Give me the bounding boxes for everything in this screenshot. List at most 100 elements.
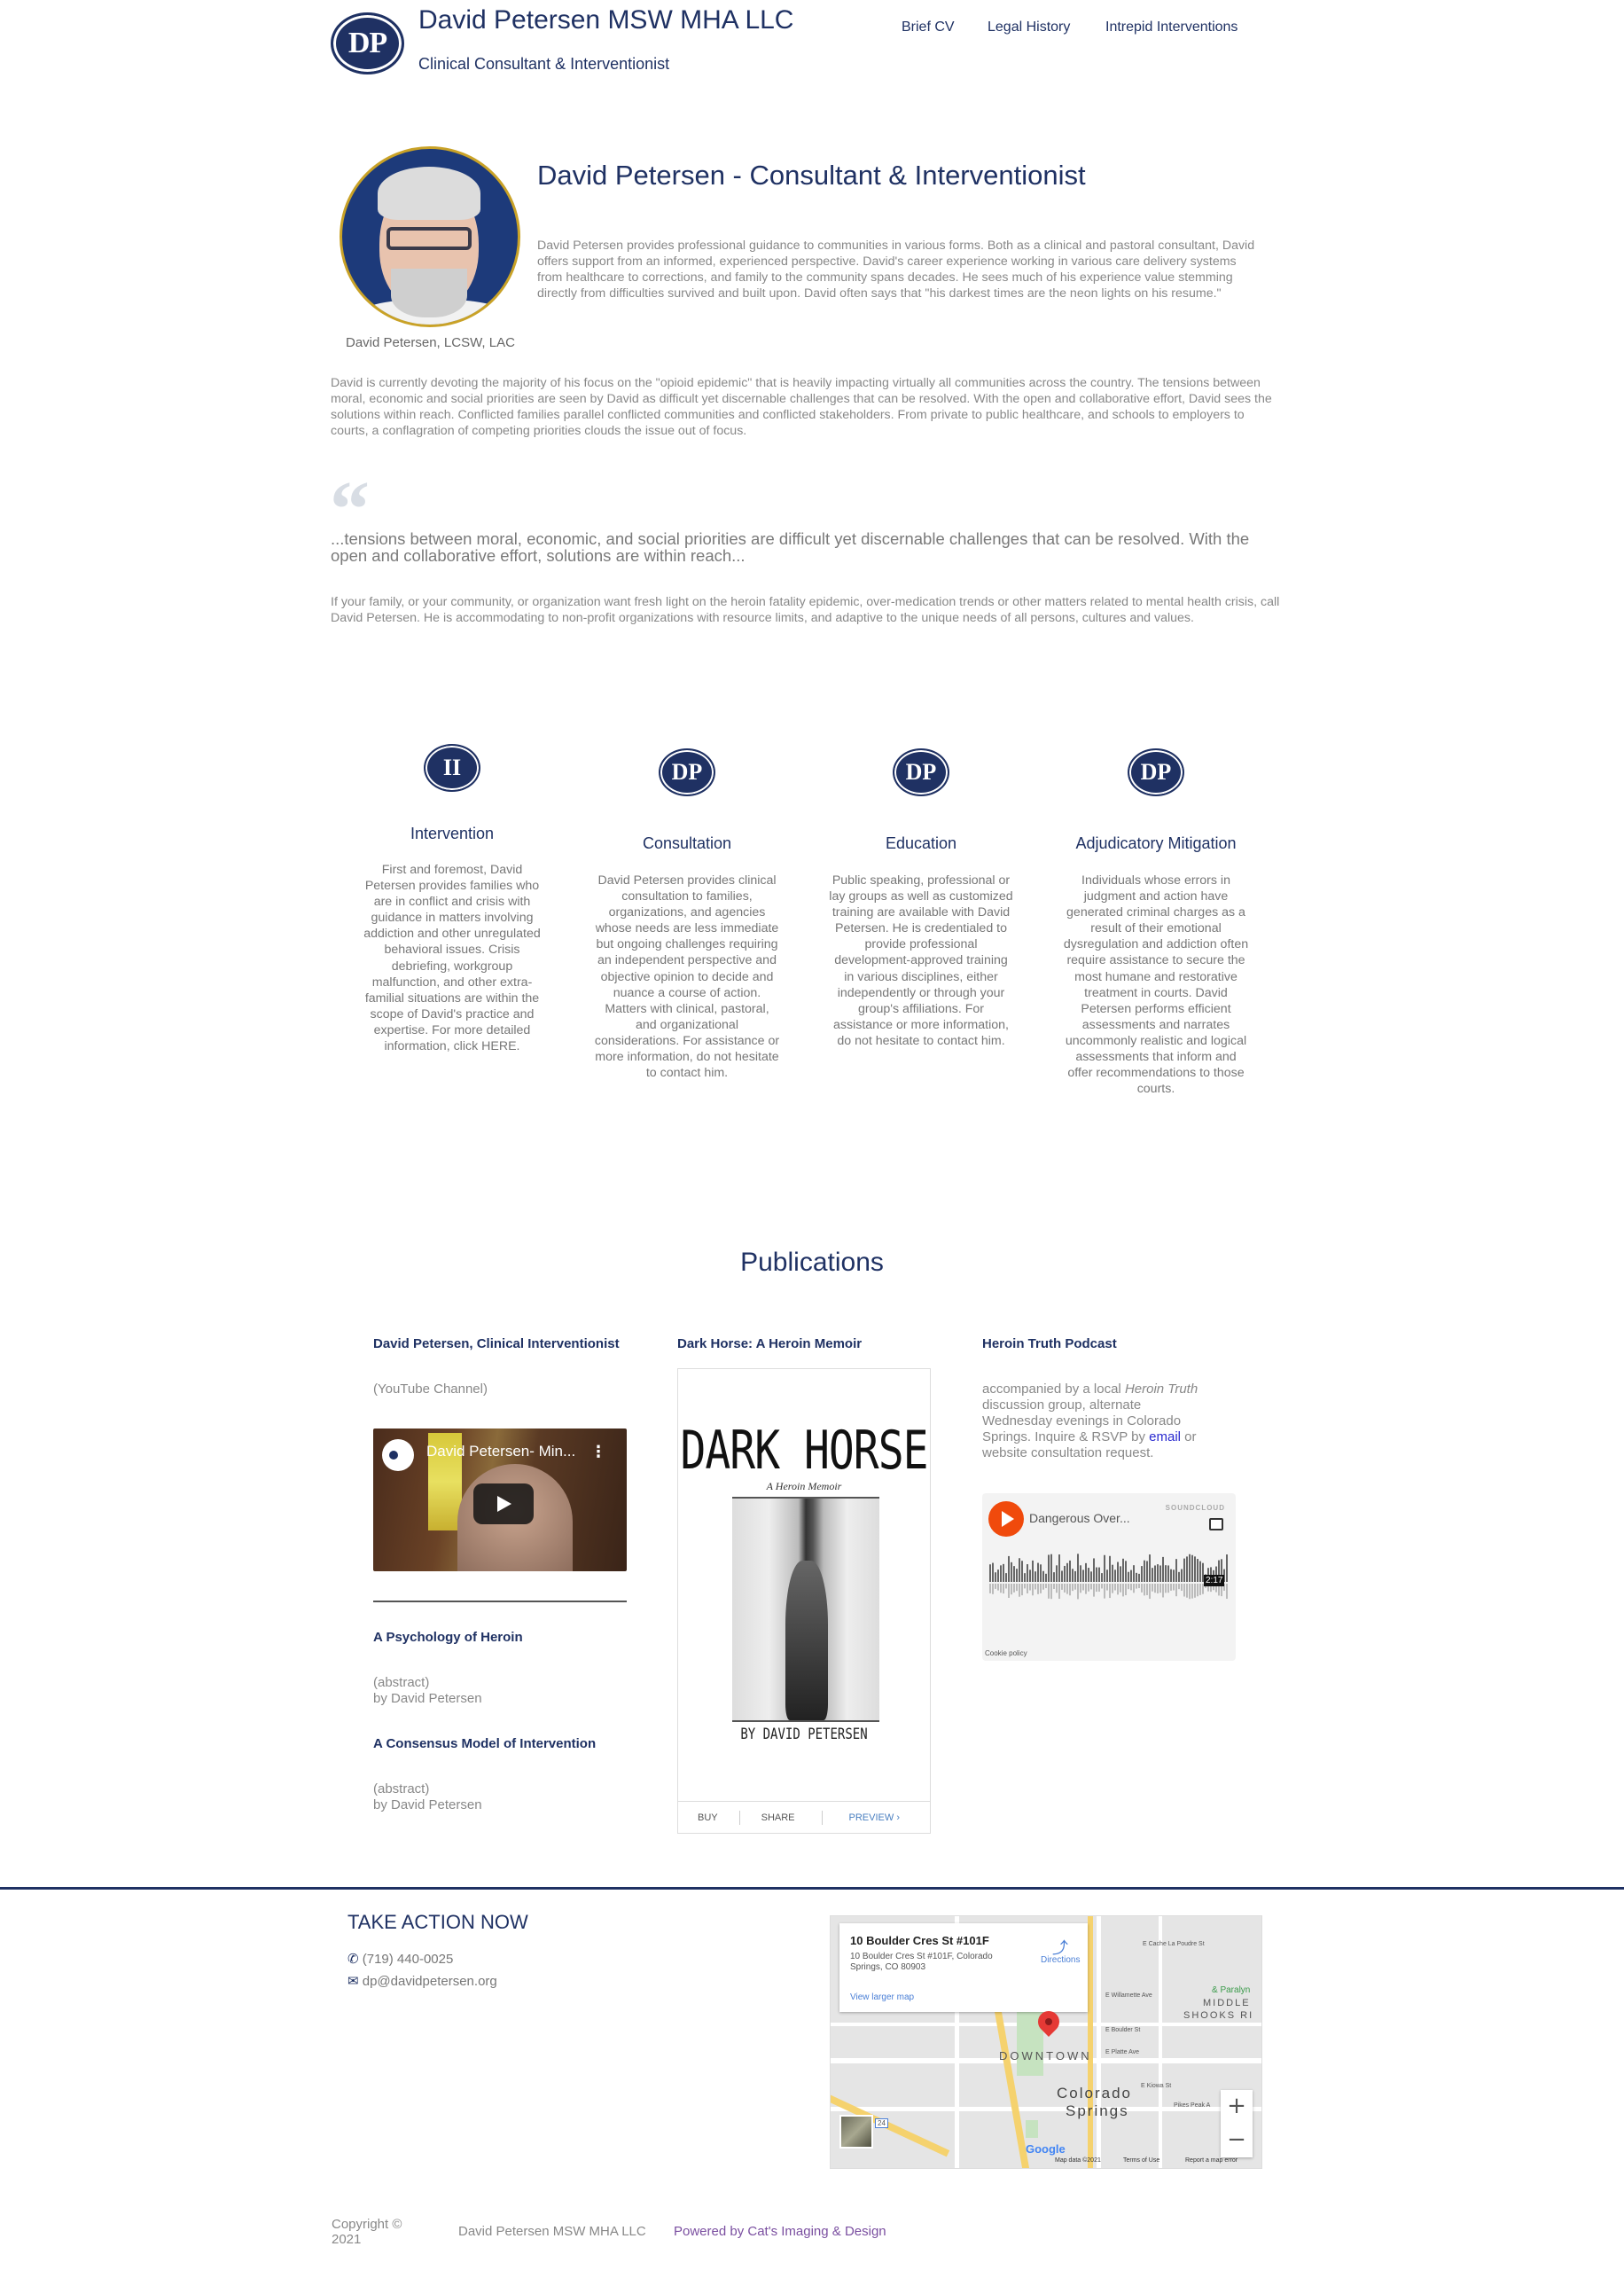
waveform-reflection bbox=[1133, 1584, 1135, 1593]
view-larger-map-link[interactable]: View larger map bbox=[850, 1992, 914, 2002]
nav-legal-history[interactable]: Legal History bbox=[988, 20, 1070, 35]
play-button-icon[interactable] bbox=[473, 1483, 534, 1524]
share-button[interactable]: SHARE bbox=[761, 1812, 795, 1823]
paper-title[interactable]: A Psychology of Heroin bbox=[373, 1630, 523, 1645]
waveform-reflection bbox=[1088, 1584, 1089, 1592]
map-report-link[interactable]: Report a map error bbox=[1185, 2157, 1238, 2164]
book-cover-author: BY DAVID PETERSEN bbox=[740, 1726, 868, 1743]
video-title[interactable]: David Petersen- Min... bbox=[426, 1443, 575, 1460]
phone-contact[interactable]: ✆ (719) 440-0025 bbox=[347, 1951, 453, 1967]
waveform-bar bbox=[1197, 1559, 1198, 1582]
hero-title: David Petersen - Consultant & Interventi… bbox=[537, 160, 1086, 191]
waveform-bar bbox=[1189, 1554, 1191, 1582]
waveform-reflection bbox=[1074, 1584, 1076, 1590]
waveform-bar bbox=[1069, 1560, 1071, 1582]
waveform-reflection bbox=[1226, 1584, 1228, 1600]
waveform-bar bbox=[1128, 1571, 1129, 1582]
youtube-video-embed[interactable]: David Petersen- Min... ⋮ bbox=[373, 1429, 627, 1571]
waveform-bar bbox=[1003, 1563, 1004, 1582]
waveform-reflection bbox=[1117, 1584, 1119, 1595]
waveform-bar bbox=[1125, 1561, 1127, 1582]
google-map[interactable]: 10 Boulder Cres St #101F 10 Boulder Cres… bbox=[830, 1915, 1262, 2169]
book-actions: BUY SHARE PREVIEW › bbox=[678, 1801, 930, 1833]
waveform-reflection bbox=[1021, 1584, 1023, 1596]
waveform-bar bbox=[1042, 1570, 1044, 1582]
directions-link[interactable]: Directions bbox=[1041, 1955, 1080, 1965]
waveform-reflection bbox=[1130, 1584, 1132, 1591]
map-label: DOWNTOWN bbox=[999, 2049, 1092, 2063]
share-icon[interactable] bbox=[1209, 1518, 1223, 1530]
service-text: David Petersen provides clinical consult… bbox=[594, 873, 780, 1081]
waveform-reflection bbox=[1183, 1584, 1185, 1597]
waveform-reflection bbox=[1024, 1584, 1026, 1589]
service-intervention: II bbox=[424, 744, 480, 792]
waveform-reflection bbox=[1037, 1584, 1039, 1594]
email-link[interactable]: email bbox=[1149, 1429, 1181, 1444]
youtube-channel-title[interactable]: David Petersen, Clinical Interventionist bbox=[373, 1336, 620, 1351]
preview-button[interactable]: PREVIEW › bbox=[849, 1812, 900, 1823]
waveform-bar bbox=[1019, 1558, 1020, 1582]
service-text[interactable]: First and foremost, David Petersen provi… bbox=[359, 862, 545, 1054]
map-label: E Cache La Poudre St bbox=[1143, 1941, 1205, 1947]
waveform-bar bbox=[989, 1564, 991, 1582]
waveform-bar bbox=[1058, 1554, 1060, 1582]
map-place-name: 10 Boulder Cres St #101F bbox=[850, 1934, 989, 1947]
waveform-reflection bbox=[1154, 1584, 1156, 1593]
waveform-bar bbox=[1157, 1564, 1159, 1582]
track-title[interactable]: Dangerous Over... bbox=[1029, 1511, 1130, 1525]
publications-heading: Publications bbox=[740, 1248, 884, 1277]
waveform-bar bbox=[1048, 1554, 1050, 1582]
waveform-bar bbox=[1005, 1573, 1007, 1582]
waveform-bar bbox=[1175, 1559, 1177, 1582]
nav-intrepid-interventions[interactable]: Intrepid Interventions bbox=[1105, 20, 1238, 35]
more-options-icon[interactable]: ⋮ bbox=[590, 1443, 606, 1461]
book-cover-image[interactable] bbox=[732, 1497, 879, 1722]
waveform-bar bbox=[1096, 1567, 1097, 1582]
waveform-reflection bbox=[1136, 1584, 1137, 1589]
waveform-bar bbox=[1064, 1565, 1066, 1582]
waveform-reflection bbox=[1096, 1584, 1097, 1593]
waveform-reflection bbox=[1093, 1584, 1095, 1597]
soundcloud-logo[interactable]: SOUNDCLOUD bbox=[1166, 1504, 1225, 1512]
map-label: Springs bbox=[1066, 2102, 1129, 2119]
zoom-in-button[interactable]: + bbox=[1221, 2090, 1253, 2124]
portrait-photo bbox=[340, 146, 520, 327]
waveform-bar bbox=[1040, 1564, 1042, 1582]
play-icon[interactable] bbox=[988, 1501, 1024, 1537]
waveform-bar bbox=[1194, 1556, 1196, 1582]
waveform-bar bbox=[1191, 1554, 1193, 1582]
waveform-reflection bbox=[1040, 1584, 1042, 1593]
paper-title[interactable]: A Consensus Model of Intervention bbox=[373, 1736, 596, 1751]
waveform[interactable] bbox=[989, 1552, 1229, 1605]
paper-note: (abstract) bbox=[373, 1675, 430, 1690]
cookie-policy-link[interactable]: Cookie policy bbox=[985, 1649, 1027, 1657]
map-terms-link[interactable]: Terms of Use bbox=[1123, 2157, 1159, 2164]
email-contact[interactable]: ✉ dp@davidpetersen.org bbox=[347, 1973, 497, 1989]
waveform-reflection bbox=[1082, 1584, 1084, 1591]
portrait-caption: David Petersen, LCSW, LAC bbox=[346, 335, 515, 350]
waveform-reflection bbox=[1120, 1584, 1121, 1593]
channel-avatar[interactable] bbox=[382, 1439, 414, 1471]
podcast-title[interactable]: Heroin Truth Podcast bbox=[982, 1336, 1117, 1351]
waveform-reflection bbox=[1000, 1584, 1002, 1593]
waveform-bar bbox=[1165, 1565, 1167, 1582]
waveform-reflection bbox=[1178, 1584, 1180, 1590]
buy-button[interactable]: BUY bbox=[698, 1812, 718, 1823]
nav-brief-cv[interactable]: Brief CV bbox=[902, 20, 955, 35]
waveform-bar bbox=[1159, 1565, 1161, 1582]
waveform-bar bbox=[1053, 1572, 1055, 1582]
site-title[interactable]: David Petersen MSW MHA LLC bbox=[418, 5, 793, 35]
book-title[interactable]: Dark Horse: A Heroin Memoir bbox=[677, 1336, 862, 1351]
logo[interactable]: DP bbox=[331, 12, 404, 74]
waveform-bar bbox=[1167, 1565, 1169, 1582]
waveform-reflection bbox=[1186, 1584, 1188, 1598]
satellite-toggle[interactable] bbox=[839, 2115, 873, 2149]
zoom-out-button[interactable]: − bbox=[1221, 2124, 1253, 2157]
waveform-bar bbox=[1093, 1558, 1095, 1582]
powered-by-link[interactable]: Powered by Cat's Imaging & Design bbox=[674, 2224, 886, 2239]
waveform-bar bbox=[1074, 1570, 1076, 1582]
waveform-bar bbox=[1141, 1566, 1143, 1582]
waveform-reflection bbox=[992, 1584, 994, 1594]
service-text: Individuals whose errors in judgment and… bbox=[1063, 873, 1249, 1097]
waveform-reflection bbox=[1128, 1584, 1129, 1590]
